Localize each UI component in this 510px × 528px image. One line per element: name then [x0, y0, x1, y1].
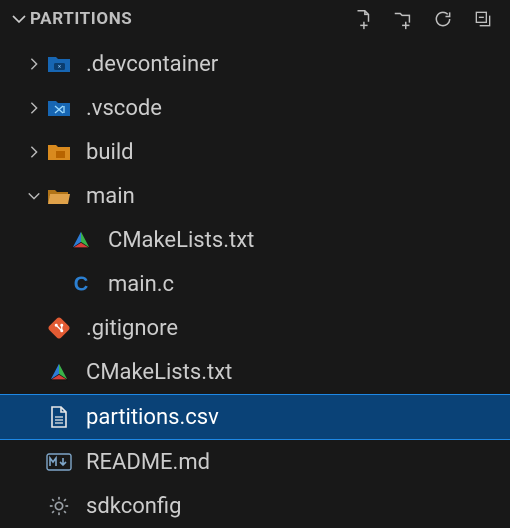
folder-label: .vscode [86, 96, 162, 121]
file-label: CMakeLists.txt [86, 360, 232, 385]
folder-main[interactable]: main [0, 174, 510, 218]
cmake-icon [46, 359, 72, 385]
chevron-down-icon[interactable] [8, 11, 30, 27]
file-label: README.md [86, 450, 210, 475]
chevron-down-icon [22, 189, 46, 203]
c-file-icon: C [68, 271, 94, 297]
file-label: .gitignore [86, 316, 178, 341]
collapse-all-icon[interactable] [470, 6, 496, 32]
git-icon [46, 315, 72, 341]
folder-label: build [86, 140, 134, 165]
refresh-icon[interactable] [430, 6, 456, 32]
folder-build-icon [46, 139, 72, 165]
folder-vscode-icon [46, 95, 72, 121]
chevron-right-icon [22, 145, 46, 159]
file-gitignore[interactable]: .gitignore [0, 306, 510, 350]
gear-icon [46, 493, 72, 519]
folder-build[interactable]: build [0, 130, 510, 174]
file-readme[interactable]: README.md [0, 440, 510, 484]
folder-open-icon [46, 183, 72, 209]
cmake-icon [68, 227, 94, 253]
folder-vscode[interactable]: .vscode [0, 86, 510, 130]
file-label: sdkconfig [86, 494, 181, 519]
folder-label: main [86, 184, 135, 209]
file-tree: × .devcontainer .vscode build main [0, 38, 510, 528]
folder-devcontainer-icon: × [46, 51, 72, 77]
file-sdkconfig[interactable]: sdkconfig [0, 484, 510, 528]
file-main-c[interactable]: C main.c [0, 262, 510, 306]
file-icon [46, 404, 72, 430]
file-label: partitions.csv [86, 405, 219, 430]
file-label: main.c [108, 272, 174, 297]
markdown-icon [46, 449, 72, 475]
chevron-right-icon [22, 101, 46, 115]
new-file-icon[interactable] [350, 6, 376, 32]
new-folder-icon[interactable] [390, 6, 416, 32]
file-partitions-csv[interactable]: partitions.csv [0, 394, 510, 440]
file-main-cmakelists[interactable]: CMakeLists.txt [0, 218, 510, 262]
folder-label: .devcontainer [86, 52, 218, 77]
svg-text:C: C [74, 273, 89, 295]
file-cmakelists-root[interactable]: CMakeLists.txt [0, 350, 510, 394]
section-title: PARTITIONS [30, 9, 132, 29]
explorer-header: PARTITIONS [0, 0, 510, 38]
chevron-right-icon [22, 57, 46, 71]
svg-text:×: × [58, 64, 61, 71]
file-label: CMakeLists.txt [108, 228, 254, 253]
folder-devcontainer[interactable]: × .devcontainer [0, 42, 510, 86]
